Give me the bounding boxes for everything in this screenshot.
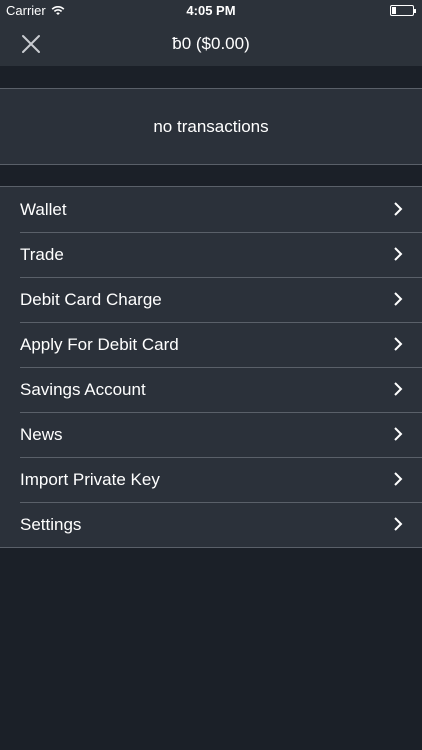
- status-time: 4:05 PM: [186, 3, 236, 18]
- menu-item-label: News: [20, 424, 63, 444]
- chevron-right-icon: [394, 247, 403, 261]
- menu-item-label: Savings Account: [20, 379, 146, 399]
- battery-icon: [390, 5, 416, 16]
- menu-item-apply-debit-card[interactable]: Apply For Debit Card: [0, 322, 422, 367]
- navigation-bar: ƀ0 ($0.00): [0, 22, 422, 66]
- transactions-summary: no transactions: [0, 88, 422, 165]
- chevron-right-icon: [394, 472, 403, 486]
- menu-item-label: Wallet: [20, 199, 67, 219]
- menu-item-debit-card-charge[interactable]: Debit Card Charge: [0, 277, 422, 322]
- battery-level: [392, 7, 396, 14]
- menu-item-label: Apply For Debit Card: [20, 334, 179, 354]
- menu-list: Wallet Trade Debit Card Charge Apply For…: [0, 186, 422, 548]
- menu-item-settings[interactable]: Settings: [0, 502, 422, 547]
- chevron-right-icon: [394, 427, 403, 441]
- chevron-right-icon: [394, 202, 403, 216]
- menu-item-import-private-key[interactable]: Import Private Key: [0, 457, 422, 502]
- balance-title: ƀ0 ($0.00): [172, 34, 250, 53]
- chevron-right-icon: [394, 382, 403, 396]
- menu-item-label: Debit Card Charge: [20, 289, 162, 309]
- status-bar: Carrier 4:05 PM: [0, 0, 422, 22]
- transactions-empty-label: no transactions: [153, 116, 269, 136]
- menu-item-label: Settings: [20, 514, 82, 534]
- chevron-right-icon: [394, 292, 403, 306]
- menu-item-wallet[interactable]: Wallet: [0, 187, 422, 232]
- chevron-right-icon: [394, 337, 403, 351]
- menu-item-news[interactable]: News: [0, 412, 422, 457]
- menu-item-label: Import Private Key: [20, 469, 160, 489]
- menu-item-trade[interactable]: Trade: [0, 232, 422, 277]
- chevron-right-icon: [394, 517, 403, 531]
- menu-item-savings-account[interactable]: Savings Account: [0, 367, 422, 412]
- menu-item-label: Trade: [20, 244, 64, 264]
